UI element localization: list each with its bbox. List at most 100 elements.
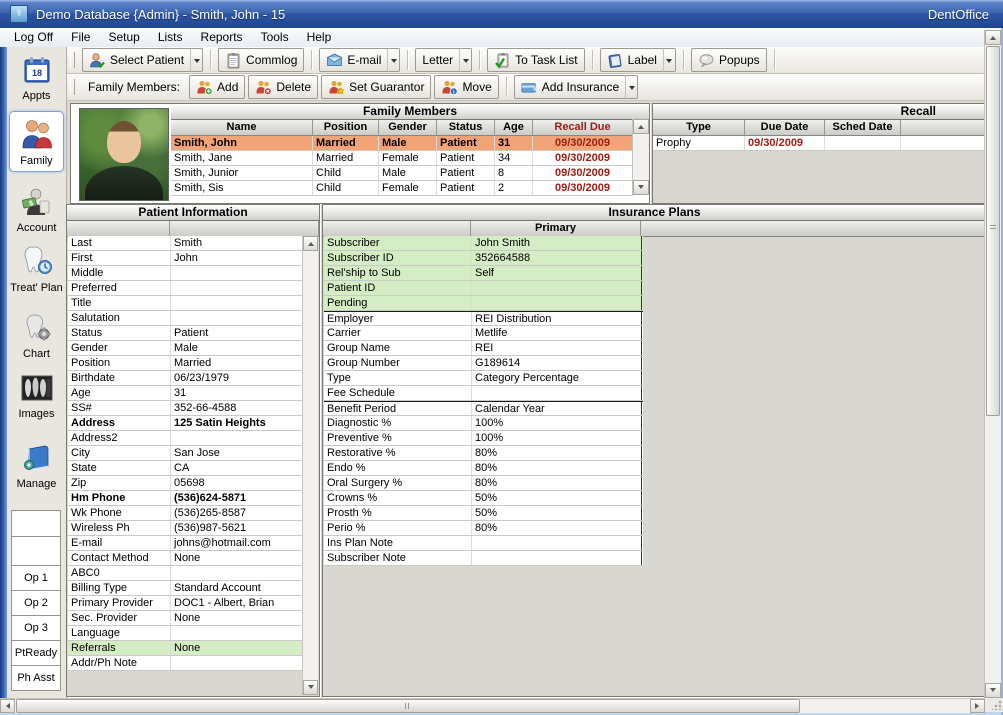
table-row[interactable]: Smith, JohnMarriedMalePatient3109/30/200… xyxy=(171,136,633,151)
menu-lists[interactable]: Lists xyxy=(149,28,192,47)
scroll-up-button[interactable] xyxy=(985,30,1001,45)
table-row[interactable]: Prosth %50% xyxy=(324,506,643,521)
operatory-phasst[interactable]: Ph Asst xyxy=(11,665,61,691)
table-row[interactable]: Salutation xyxy=(68,311,303,326)
table-row[interactable]: Billing TypeStandard Account xyxy=(68,581,303,596)
menu-reports[interactable]: Reports xyxy=(192,28,252,47)
table-row[interactable]: GenderMale xyxy=(68,341,303,356)
sidebar-item-family[interactable]: Family xyxy=(9,111,64,172)
table-row[interactable]: ReferralsNone xyxy=(68,641,303,656)
table-row[interactable]: Preventive %100% xyxy=(324,431,643,446)
letter-button[interactable]: Letter xyxy=(415,48,460,72)
table-row[interactable]: Oral Surgery %80% xyxy=(324,476,643,491)
menu-tools[interactable]: Tools xyxy=(252,28,298,47)
menu-file[interactable]: File xyxy=(62,28,99,47)
table-row[interactable]: PositionMarried xyxy=(68,356,303,371)
family-add-button[interactable]: Add xyxy=(189,75,245,99)
table-row[interactable]: Endo %80% xyxy=(324,461,643,476)
scroll-down-button[interactable] xyxy=(633,180,649,195)
table-row[interactable]: Language xyxy=(68,626,303,641)
scroll-down-button[interactable] xyxy=(985,683,1001,698)
table-row[interactable]: Preferred xyxy=(68,281,303,296)
table-row[interactable]: Ins Plan Note xyxy=(324,536,643,551)
scroll-down-button[interactable] xyxy=(303,680,318,695)
sidebar-item-account[interactable]: $ Account xyxy=(7,187,66,234)
table-row[interactable]: Title xyxy=(68,296,303,311)
scroll-track[interactable] xyxy=(633,134,649,180)
operatory-op2[interactable]: Op 2 xyxy=(11,590,61,616)
operatory-op1[interactable]: Op 1 xyxy=(11,565,61,591)
family-move-button[interactable]: Move xyxy=(434,75,498,99)
table-row[interactable]: Primary ProviderDOC1 - Albert, Brian xyxy=(68,596,303,611)
operatory-box-empty[interactable] xyxy=(11,510,61,537)
table-row[interactable]: StateCA xyxy=(68,461,303,476)
scroll-track[interactable] xyxy=(801,699,970,713)
toolbar-grip[interactable] xyxy=(70,79,75,95)
operatory-box-empty[interactable] xyxy=(11,536,61,566)
patient-photo[interactable] xyxy=(79,108,169,201)
select-patient-button[interactable]: Select Patient xyxy=(82,48,191,72)
letter-dropdown[interactable] xyxy=(459,48,472,72)
table-row[interactable]: Age31 xyxy=(68,386,303,401)
menu-help[interactable]: Help xyxy=(298,28,341,47)
table-row[interactable]: StatusPatient xyxy=(68,326,303,341)
scroll-right-button[interactable] xyxy=(970,699,985,713)
resize-grip[interactable] xyxy=(985,698,1003,712)
table-row[interactable]: Diagnostic %100% xyxy=(324,416,643,431)
table-row[interactable]: CitySan Jose xyxy=(68,446,303,461)
table-row[interactable]: Contact MethodNone xyxy=(68,551,303,566)
title-bar[interactable]: ⚕ Demo Database {Admin} - Smith, John - … xyxy=(0,0,1003,28)
table-row[interactable]: Restorative %80% xyxy=(324,446,643,461)
email-button[interactable]: E-mail xyxy=(319,48,388,72)
sidebar-item-chart[interactable]: Chart xyxy=(7,313,66,360)
table-row[interactable]: Crowns %50% xyxy=(324,491,643,506)
table-row[interactable]: Patient ID xyxy=(324,281,643,296)
main-horizontal-scrollbar[interactable] xyxy=(0,698,985,713)
scroll-left-button[interactable] xyxy=(0,699,15,713)
email-dropdown[interactable] xyxy=(387,48,400,72)
table-row[interactable]: Sec. ProviderNone xyxy=(68,611,303,626)
table-row[interactable]: Zip05698 xyxy=(68,476,303,491)
label-dropdown[interactable] xyxy=(663,48,676,72)
table-row[interactable]: Perio %80% xyxy=(324,521,643,536)
table-row[interactable]: Smith, JaneMarriedFemalePatient3409/30/2… xyxy=(171,151,633,166)
select-patient-dropdown[interactable] xyxy=(190,48,203,72)
table-row[interactable]: SS#352-66-4588 xyxy=(68,401,303,416)
add-insurance-button[interactable]: Add Insurance xyxy=(514,75,626,99)
scroll-thumb[interactable] xyxy=(16,699,800,713)
family-grid-scrollbar[interactable] xyxy=(632,119,649,195)
table-row[interactable]: Birthdate06/23/1979 xyxy=(68,371,303,386)
main-vertical-scrollbar[interactable] xyxy=(984,30,1001,698)
table-row[interactable]: ABC0 xyxy=(68,566,303,581)
table-row[interactable]: Address2 xyxy=(68,431,303,446)
table-row[interactable]: Subscriber Note xyxy=(324,551,643,566)
family-delete-button[interactable]: Delete xyxy=(248,75,318,99)
table-row[interactable]: Pending xyxy=(324,296,643,311)
scroll-track[interactable] xyxy=(985,417,1001,683)
popups-button[interactable]: Popups xyxy=(691,48,767,72)
table-row[interactable]: Hm Phone(536)624-5871 xyxy=(68,491,303,506)
table-row[interactable]: Middle xyxy=(68,266,303,281)
table-row[interactable]: Fee Schedule xyxy=(324,386,643,401)
menu-setup[interactable]: Setup xyxy=(99,28,148,47)
table-row[interactable]: Wireless Ph(536)987-5621 xyxy=(68,521,303,536)
table-row[interactable]: Address125 Satin Heights xyxy=(68,416,303,431)
table-row[interactable]: SubscriberJohn Smith xyxy=(324,236,643,251)
table-row[interactable]: E-mailjohns@hotmail.com xyxy=(68,536,303,551)
add-insurance-dropdown[interactable] xyxy=(625,75,638,99)
menu-log-off[interactable]: Log Off xyxy=(0,28,62,47)
table-row[interactable]: Wk Phone(536)265-8587 xyxy=(68,506,303,521)
scroll-thumb[interactable] xyxy=(986,46,1000,416)
table-row[interactable]: Smith, SisChildFemalePatient209/30/2009 xyxy=(171,181,633,196)
operatory-ptready[interactable]: PtReady xyxy=(11,640,61,666)
table-row[interactable]: Group NameREI xyxy=(324,341,643,356)
table-row[interactable]: EmployerREI Distribution xyxy=(324,311,643,326)
sidebar-item-images[interactable]: Images xyxy=(7,373,66,420)
sidebar-item-appts[interactable]: 18 Appts xyxy=(7,55,66,102)
table-row[interactable]: TypeCategory Percentage xyxy=(324,371,643,386)
set-guarantor-button[interactable]: Set Guarantor xyxy=(321,75,431,99)
patient-info-scrollbar[interactable] xyxy=(302,236,318,695)
commlog-button[interactable]: Commlog xyxy=(218,48,304,72)
table-row[interactable]: Group NumberG189614 xyxy=(324,356,643,371)
scroll-up-button[interactable] xyxy=(303,236,318,251)
